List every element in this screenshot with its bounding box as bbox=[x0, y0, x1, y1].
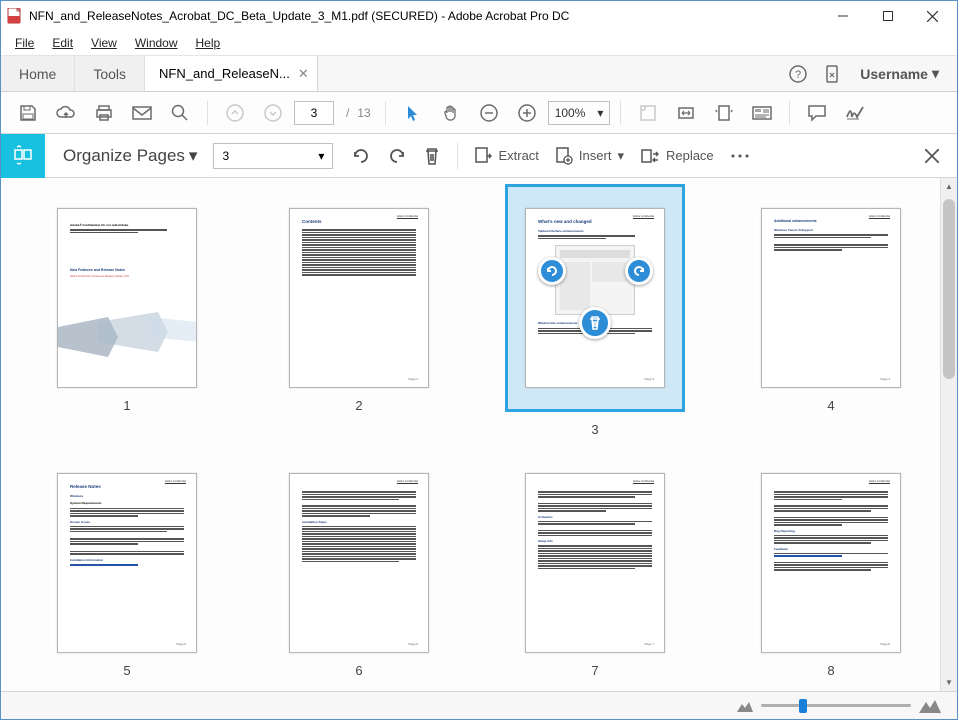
delete-overlay-icon[interactable] bbox=[579, 307, 611, 339]
menu-view[interactable]: View bbox=[83, 34, 125, 52]
email-icon[interactable] bbox=[125, 96, 159, 130]
thumbnail-area: Adobe® Confidential. Do not redistribute… bbox=[1, 178, 957, 691]
rotate-ccw-overlay-icon[interactable] bbox=[538, 257, 566, 285]
scroll-handle[interactable] bbox=[943, 199, 955, 379]
save-icon[interactable] bbox=[11, 96, 45, 130]
page-number: 2 bbox=[355, 398, 362, 413]
user-menu[interactable]: Username▾ bbox=[852, 65, 947, 82]
rotate-cw-icon[interactable] bbox=[379, 139, 415, 173]
page-sep: / bbox=[338, 106, 353, 120]
zoom-in-thumb-icon[interactable] bbox=[919, 699, 941, 713]
hand-tool-icon[interactable] bbox=[434, 96, 468, 130]
scroll-up-icon[interactable]: ▲ bbox=[941, 178, 957, 195]
zoom-out-icon[interactable] bbox=[472, 96, 506, 130]
read-mode-icon[interactable] bbox=[745, 96, 779, 130]
slider-knob[interactable] bbox=[799, 699, 807, 713]
tab-home[interactable]: Home bbox=[1, 56, 75, 91]
page-number: 1 bbox=[123, 398, 130, 413]
page-number: 3 bbox=[591, 422, 598, 437]
menu-help[interactable]: Help bbox=[188, 34, 229, 52]
page-thumbnail[interactable]: Adobe Confidential Additional enhancemen… bbox=[745, 208, 917, 437]
tab-bar: Home Tools NFN_and_ReleaseN... ✕ ? Usern… bbox=[1, 56, 957, 92]
menu-edit[interactable]: Edit bbox=[44, 34, 81, 52]
page-number: 4 bbox=[827, 398, 834, 413]
organize-title[interactable]: Organize Pages▾ bbox=[45, 146, 213, 166]
page-number: 8 bbox=[827, 663, 834, 678]
replace-button[interactable]: Replace bbox=[632, 139, 722, 173]
more-icon[interactable] bbox=[722, 139, 758, 173]
page-up-icon[interactable] bbox=[218, 96, 252, 130]
chevron-down-icon: ▾ bbox=[932, 65, 939, 82]
fit-width-icon[interactable] bbox=[669, 96, 703, 130]
extract-button[interactable]: Extract bbox=[466, 139, 546, 173]
vertical-scrollbar[interactable]: ▲ ▼ bbox=[940, 178, 957, 691]
cloud-icon[interactable] bbox=[49, 96, 83, 130]
status-bar bbox=[1, 691, 957, 719]
title-bar: NFN_and_ReleaseNotes_Acrobat_DC_Beta_Upd… bbox=[1, 1, 957, 31]
page-number-input[interactable] bbox=[294, 101, 334, 125]
page-thumbnail[interactable]: Adobe Confidential Activation Setup Info… bbox=[505, 473, 685, 678]
page-number: 7 bbox=[591, 663, 598, 678]
page-thumbnail[interactable]: Adobe Confidential Bug Reporting Feedbac… bbox=[745, 473, 917, 678]
close-panel-icon[interactable] bbox=[915, 149, 949, 163]
close-button[interactable] bbox=[910, 2, 955, 30]
page-down-icon[interactable] bbox=[256, 96, 290, 130]
tab-document[interactable]: NFN_and_ReleaseN... ✕ bbox=[145, 56, 318, 91]
chevron-down-icon: ▾ bbox=[318, 149, 324, 163]
tab-document-label: NFN_and_ReleaseN... bbox=[159, 66, 290, 81]
organize-pages-icon[interactable] bbox=[1, 134, 45, 178]
minimize-button[interactable] bbox=[820, 2, 865, 30]
page-thumbnail[interactable]: Adobe Confidential Installation Steps Pa… bbox=[273, 473, 445, 678]
page-total: 13 bbox=[357, 106, 374, 120]
menu-bar: File Edit View Window Help bbox=[1, 31, 957, 56]
pdf-icon bbox=[7, 8, 23, 24]
zoom-out-thumb-icon[interactable] bbox=[737, 700, 753, 712]
page-thumbnail[interactable]: Adobe Confidential Contents Page 2 2 bbox=[273, 208, 445, 437]
page-thumbnail-selected[interactable]: Adobe Confidential What's new and change… bbox=[505, 208, 685, 437]
tab-close-icon[interactable]: ✕ bbox=[298, 66, 309, 82]
page-number: 5 bbox=[123, 663, 130, 678]
selection-tool-icon[interactable] bbox=[396, 96, 430, 130]
search-icon[interactable] bbox=[163, 96, 197, 130]
scroll-down-icon[interactable]: ▼ bbox=[941, 674, 957, 691]
fit-height-icon[interactable] bbox=[707, 96, 741, 130]
comment-icon[interactable] bbox=[800, 96, 834, 130]
page-select-dropdown[interactable]: 3▾ bbox=[213, 143, 333, 169]
window-title: NFN_and_ReleaseNotes_Acrobat_DC_Beta_Upd… bbox=[29, 9, 820, 23]
page-number: 6 bbox=[355, 663, 362, 678]
organize-toolbar: Organize Pages▾ 3▾ Extract Insert▾ Repla… bbox=[1, 134, 957, 178]
svg-text:?: ? bbox=[795, 69, 801, 81]
notifications-icon[interactable] bbox=[818, 60, 846, 88]
window-controls bbox=[820, 2, 955, 30]
rotate-cw-overlay-icon[interactable] bbox=[625, 257, 653, 285]
page-thumbnail[interactable]: Adobe Confidential Release Notes Windows… bbox=[41, 473, 213, 678]
print-icon[interactable] bbox=[87, 96, 121, 130]
fit-page-icon[interactable] bbox=[631, 96, 665, 130]
zoom-dropdown[interactable]: 100%▾ bbox=[548, 101, 611, 125]
page-thumbnail[interactable]: Adobe® Confidential. Do not redistribute… bbox=[41, 208, 213, 437]
main-toolbar: / 13 100%▾ bbox=[1, 92, 957, 134]
rotate-ccw-icon[interactable] bbox=[343, 139, 379, 173]
menu-file[interactable]: File bbox=[7, 34, 42, 52]
menu-window[interactable]: Window bbox=[127, 34, 186, 52]
tab-tools[interactable]: Tools bbox=[75, 56, 145, 91]
sign-icon[interactable] bbox=[838, 96, 872, 130]
insert-button[interactable]: Insert▾ bbox=[547, 139, 632, 173]
help-icon[interactable]: ? bbox=[784, 60, 812, 88]
thumbnail-zoom-slider[interactable] bbox=[761, 704, 911, 707]
chevron-down-icon: ▾ bbox=[189, 146, 198, 166]
chevron-down-icon: ▾ bbox=[617, 148, 624, 164]
zoom-in-icon[interactable] bbox=[510, 96, 544, 130]
maximize-button[interactable] bbox=[865, 2, 910, 30]
delete-icon[interactable] bbox=[415, 139, 449, 173]
chevron-down-icon: ▾ bbox=[597, 106, 603, 120]
